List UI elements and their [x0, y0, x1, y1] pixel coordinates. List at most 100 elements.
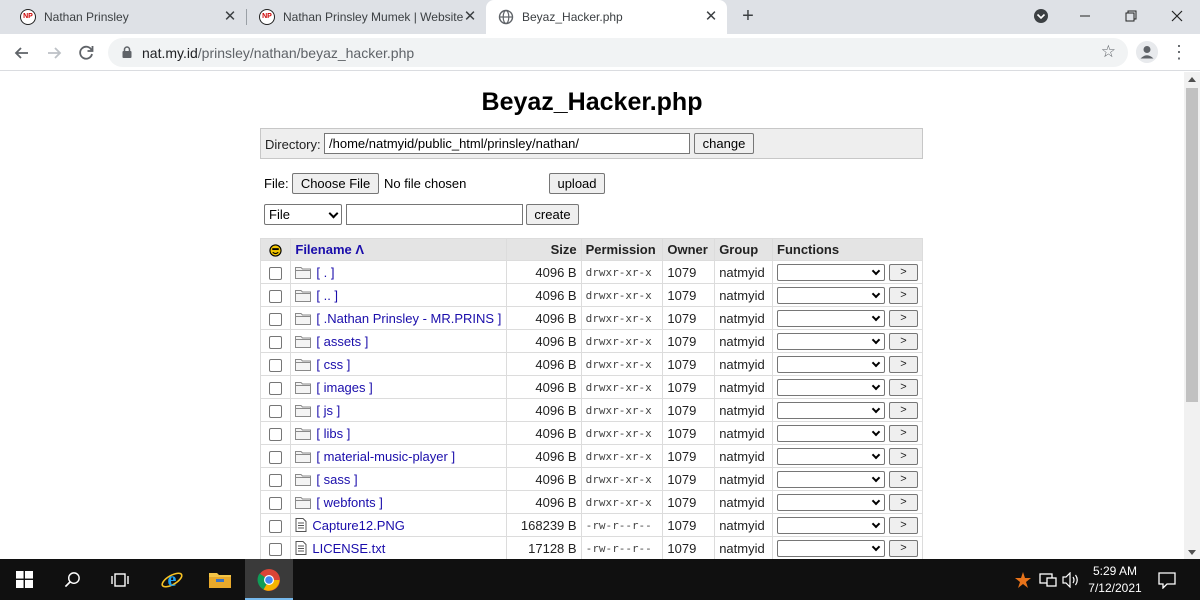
- row-checkbox[interactable]: [269, 496, 283, 510]
- notifications-icon[interactable]: [1158, 571, 1176, 589]
- permission-cell[interactable]: drwxr-xr-x: [580, 421, 664, 445]
- tab-nathan-prinsley-mumek[interactable]: NP Nathan Prinsley Mumek | Website ✕: [239, 0, 486, 34]
- back-arrow-icon[interactable]: [11, 42, 33, 64]
- function-select[interactable]: [777, 309, 885, 327]
- row-checkbox[interactable]: [269, 473, 283, 487]
- close-window-icon[interactable]: [1163, 4, 1191, 28]
- function-select[interactable]: [777, 447, 885, 465]
- function-select[interactable]: [777, 470, 885, 488]
- row-checkbox[interactable]: [269, 358, 283, 372]
- function-go-button[interactable]: >: [889, 309, 918, 327]
- function-select[interactable]: [777, 286, 885, 304]
- row-checkbox[interactable]: [269, 519, 283, 533]
- function-go-button[interactable]: >: [889, 401, 918, 419]
- row-checkbox[interactable]: [269, 289, 283, 303]
- taskbar-chrome[interactable]: [245, 559, 293, 600]
- function-select[interactable]: [777, 355, 885, 373]
- choose-file-button[interactable]: Choose File: [292, 173, 379, 194]
- filename-link[interactable]: [ libs ]: [316, 426, 350, 441]
- function-select[interactable]: [777, 539, 885, 557]
- close-tab-icon[interactable]: ✕: [222, 9, 238, 25]
- function-select[interactable]: [777, 378, 885, 396]
- size-header[interactable]: Size: [506, 238, 582, 261]
- permission-cell[interactable]: drwxr-xr-x: [580, 398, 664, 422]
- permission-cell[interactable]: drwxr-xr-x: [580, 467, 664, 491]
- filename-link[interactable]: LICENSE.txt: [312, 541, 385, 556]
- taskbar-clock[interactable]: 5:29 AM 7/12/2021: [1088, 563, 1142, 597]
- scroll-up-icon[interactable]: [1188, 77, 1196, 82]
- function-go-button[interactable]: >: [889, 424, 918, 442]
- smiley-icon[interactable]: [269, 244, 282, 257]
- profile-avatar-icon[interactable]: [1136, 41, 1158, 63]
- permission-cell[interactable]: drwxr-xr-x: [580, 490, 664, 514]
- permission-cell[interactable]: drwxr-xr-x: [580, 375, 664, 399]
- row-checkbox[interactable]: [269, 335, 283, 349]
- create-type-select[interactable]: File: [264, 204, 342, 225]
- function-go-button[interactable]: >: [889, 378, 918, 396]
- network-icon[interactable]: [1039, 572, 1057, 588]
- row-checkbox[interactable]: [269, 381, 283, 395]
- close-tab-icon[interactable]: ✕: [703, 9, 719, 25]
- volume-icon[interactable]: [1062, 572, 1080, 588]
- permission-cell[interactable]: drwxr-xr-x: [580, 283, 664, 307]
- owner-header[interactable]: Owner: [662, 238, 716, 261]
- filename-link[interactable]: [ assets ]: [316, 334, 368, 349]
- tray-flower-icon[interactable]: [1014, 571, 1032, 589]
- bookmark-star-icon[interactable]: ☆: [1101, 42, 1116, 62]
- filename-link[interactable]: [ webfonts ]: [316, 495, 382, 510]
- restore-icon[interactable]: [1117, 4, 1145, 28]
- permission-cell[interactable]: drwxr-xr-x: [580, 306, 664, 330]
- function-go-button[interactable]: >: [889, 516, 918, 534]
- vertical-scrollbar[interactable]: [1184, 72, 1200, 559]
- upload-button[interactable]: upload: [549, 173, 605, 194]
- row-checkbox[interactable]: [269, 312, 283, 326]
- task-view-button[interactable]: [96, 559, 144, 600]
- function-go-button[interactable]: >: [889, 355, 918, 373]
- permission-cell[interactable]: drwxr-xr-x: [580, 329, 664, 353]
- function-go-button[interactable]: >: [889, 539, 918, 557]
- filename-link[interactable]: [ material-music-player ]: [316, 449, 455, 464]
- reload-icon[interactable]: [75, 42, 97, 64]
- filename-link[interactable]: [ images ]: [316, 380, 372, 395]
- permission-header[interactable]: Permission: [580, 238, 664, 261]
- permission-cell[interactable]: drwxr-xr-x: [580, 352, 664, 376]
- function-select[interactable]: [777, 516, 885, 534]
- filename-header[interactable]: Filename Λ: [290, 238, 508, 261]
- scroll-down-icon[interactable]: [1188, 550, 1196, 555]
- filename-link[interactable]: [ sass ]: [316, 472, 357, 487]
- start-button[interactable]: [0, 559, 48, 600]
- function-go-button[interactable]: >: [889, 493, 918, 511]
- function-select[interactable]: [777, 493, 885, 511]
- function-select[interactable]: [777, 401, 885, 419]
- browser-menu-icon[interactable]: ⋮: [1170, 40, 1188, 64]
- select-all-header[interactable]: [259, 238, 292, 261]
- taskbar-internet-explorer[interactable]: e: [148, 559, 196, 600]
- directory-input[interactable]: /home/natmyid/public_html/prinsley/natha…: [324, 133, 690, 154]
- function-go-button[interactable]: >: [889, 447, 918, 465]
- taskbar-file-explorer[interactable]: [196, 559, 244, 600]
- permission-cell[interactable]: -rw-r--r--: [580, 536, 664, 559]
- permission-cell[interactable]: -rw-r--r--: [580, 513, 664, 537]
- filename-link[interactable]: Capture12.PNG: [312, 518, 405, 533]
- function-select[interactable]: [777, 424, 885, 442]
- filename-link[interactable]: [ .. ]: [316, 288, 338, 303]
- tab-search-icon[interactable]: [1027, 4, 1055, 28]
- function-go-button[interactable]: >: [889, 332, 918, 350]
- close-tab-icon[interactable]: ✕: [462, 9, 478, 25]
- tab-beyaz-hacker[interactable]: Beyaz_Hacker.php ✕: [486, 0, 727, 34]
- filename-link[interactable]: [ js ]: [316, 403, 340, 418]
- function-go-button[interactable]: >: [889, 263, 918, 281]
- scrollbar-thumb[interactable]: [1186, 88, 1198, 402]
- function-select[interactable]: [777, 332, 885, 350]
- function-go-button[interactable]: >: [889, 470, 918, 488]
- taskbar-search-button[interactable]: [48, 559, 96, 600]
- function-go-button[interactable]: >: [889, 286, 918, 304]
- new-tab-button[interactable]: +: [737, 6, 759, 28]
- forward-arrow-icon[interactable]: [43, 42, 65, 64]
- permission-cell[interactable]: drwxr-xr-x: [580, 260, 664, 284]
- group-header[interactable]: Group: [714, 238, 773, 261]
- tab-nathan-prinsley[interactable]: NP Nathan Prinsley ✕: [0, 0, 246, 34]
- function-select[interactable]: [777, 263, 885, 281]
- address-bar[interactable]: nat.my.id/prinsley/nathan/beyaz_hacker.p…: [108, 38, 1128, 67]
- row-checkbox[interactable]: [269, 404, 283, 418]
